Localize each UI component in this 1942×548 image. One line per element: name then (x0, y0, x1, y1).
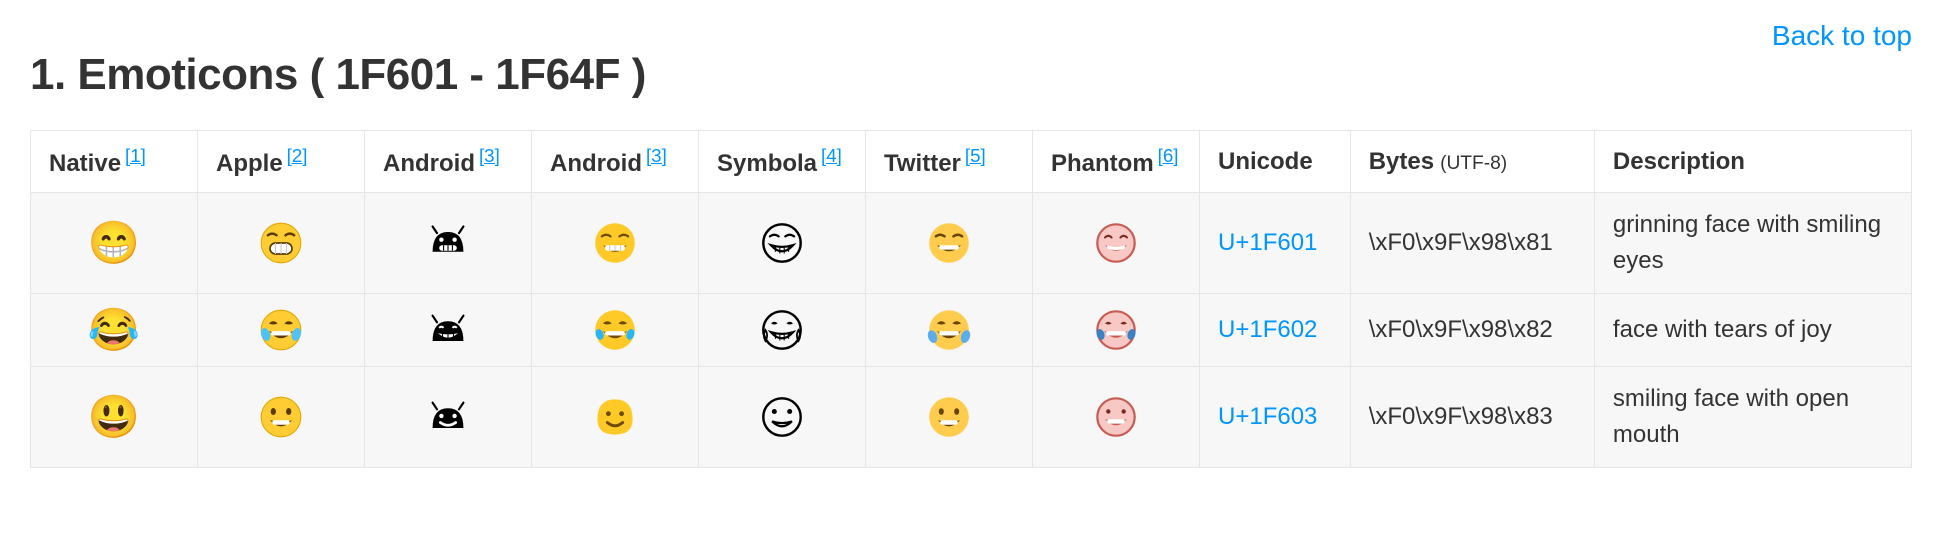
twitter-cell (866, 294, 1033, 367)
symbola-cell (699, 367, 866, 468)
col-label: Unicode (1218, 148, 1313, 175)
col-sublabel: (UTF-8) (1440, 153, 1507, 174)
col-description: Description (1594, 131, 1911, 193)
description-cell: face with tears of joy (1594, 294, 1911, 367)
col-android-color: Android[3] (532, 131, 699, 193)
symbola-cell (699, 193, 866, 294)
col-label: Native (49, 150, 121, 177)
footnote-ref[interactable]: [6] (1158, 145, 1179, 166)
twitter-cell (866, 193, 1033, 294)
native-emoji-icon: 😃 (88, 393, 140, 440)
android-bw-cell (365, 294, 532, 367)
native-emoji-icon: 😁 (88, 219, 140, 266)
footnote-ref[interactable]: [1] (125, 145, 146, 166)
android-bw-cell (365, 193, 532, 294)
twitter-cell (866, 367, 1033, 468)
apple-cell (198, 367, 365, 468)
table-row: 😁 (31, 193, 1912, 294)
section-heading: 1. Emoticons ( 1F601 - 1F64F ) (30, 50, 1912, 100)
col-label: Symbola (717, 150, 817, 177)
symbola-emoji-icon (760, 308, 804, 352)
android-robot-icon (426, 308, 470, 352)
footnote-ref[interactable]: [4] (821, 145, 842, 166)
android-color-emoji-icon (593, 308, 637, 352)
col-label: Apple (216, 150, 283, 177)
bytes-cell: \xF0\x9F\x98\x81 (1350, 193, 1594, 294)
native-cell: 😃 (31, 367, 198, 468)
unicode-cell: U+1F602 (1200, 294, 1351, 367)
table-row: 😃 (31, 367, 1912, 468)
apple-emoji-icon (259, 308, 303, 352)
android-color-emoji-icon (593, 221, 637, 265)
table-header-row: Native[1] Apple[2] Android[3] Android[3]… (31, 131, 1912, 193)
col-label: Bytes (1369, 148, 1434, 175)
table-row: 😂 (31, 294, 1912, 367)
native-emoji-icon: 😂 (88, 306, 140, 353)
android-bw-cell (365, 367, 532, 468)
col-symbola: Symbola[4] (699, 131, 866, 193)
col-label: Twitter (884, 150, 961, 177)
apple-cell (198, 193, 365, 294)
footnote-ref[interactable]: [3] (479, 145, 500, 166)
android-color-cell (532, 294, 699, 367)
native-cell: 😁 (31, 193, 198, 294)
native-cell: 😂 (31, 294, 198, 367)
symbola-cell (699, 294, 866, 367)
bytes-cell: \xF0\x9F\x98\x83 (1350, 367, 1594, 468)
symbola-emoji-icon (760, 221, 804, 265)
phantom-emoji-icon (1094, 308, 1138, 352)
apple-emoji-icon (259, 395, 303, 439)
col-label: Phantom (1051, 150, 1154, 177)
table-body: 😁 (31, 193, 1912, 468)
phantom-emoji-icon (1094, 221, 1138, 265)
col-label: Android (383, 150, 475, 177)
codepoint-link[interactable]: U+1F602 (1218, 316, 1317, 343)
codepoint-link[interactable]: U+1F601 (1218, 229, 1317, 256)
apple-emoji-icon (259, 221, 303, 265)
twitter-emoji-icon (927, 395, 971, 439)
phantom-cell (1033, 294, 1200, 367)
phantom-cell (1033, 367, 1200, 468)
apple-cell (198, 294, 365, 367)
col-phantom: Phantom[6] (1033, 131, 1200, 193)
footnote-ref[interactable]: [3] (646, 145, 667, 166)
footnote-ref[interactable]: [2] (287, 145, 308, 166)
col-android-bw: Android[3] (365, 131, 532, 193)
description-cell: smiling face with open mouth (1594, 367, 1911, 468)
android-color-cell (532, 193, 699, 294)
col-twitter: Twitter[5] (866, 131, 1033, 193)
symbola-emoji-icon (760, 395, 804, 439)
phantom-emoji-icon (1094, 395, 1138, 439)
android-robot-icon (426, 395, 470, 439)
android-color-emoji-icon (593, 395, 637, 439)
unicode-cell: U+1F603 (1200, 367, 1351, 468)
android-robot-icon (426, 221, 470, 265)
col-unicode: Unicode (1200, 131, 1351, 193)
twitter-emoji-icon (927, 221, 971, 265)
col-bytes: Bytes (UTF-8) (1350, 131, 1594, 193)
back-to-top-link[interactable]: Back to top (1772, 20, 1912, 52)
bytes-cell: \xF0\x9F\x98\x82 (1350, 294, 1594, 367)
phantom-cell (1033, 193, 1200, 294)
emoji-table: Native[1] Apple[2] Android[3] Android[3]… (30, 130, 1912, 468)
unicode-cell: U+1F601 (1200, 193, 1351, 294)
col-label: Android (550, 150, 642, 177)
col-label: Description (1613, 148, 1745, 175)
footnote-ref[interactable]: [5] (965, 145, 986, 166)
android-color-cell (532, 367, 699, 468)
col-apple: Apple[2] (198, 131, 365, 193)
col-native: Native[1] (31, 131, 198, 193)
description-cell: grinning face with smiling eyes (1594, 193, 1911, 294)
codepoint-link[interactable]: U+1F603 (1218, 403, 1317, 430)
twitter-emoji-icon (927, 308, 971, 352)
